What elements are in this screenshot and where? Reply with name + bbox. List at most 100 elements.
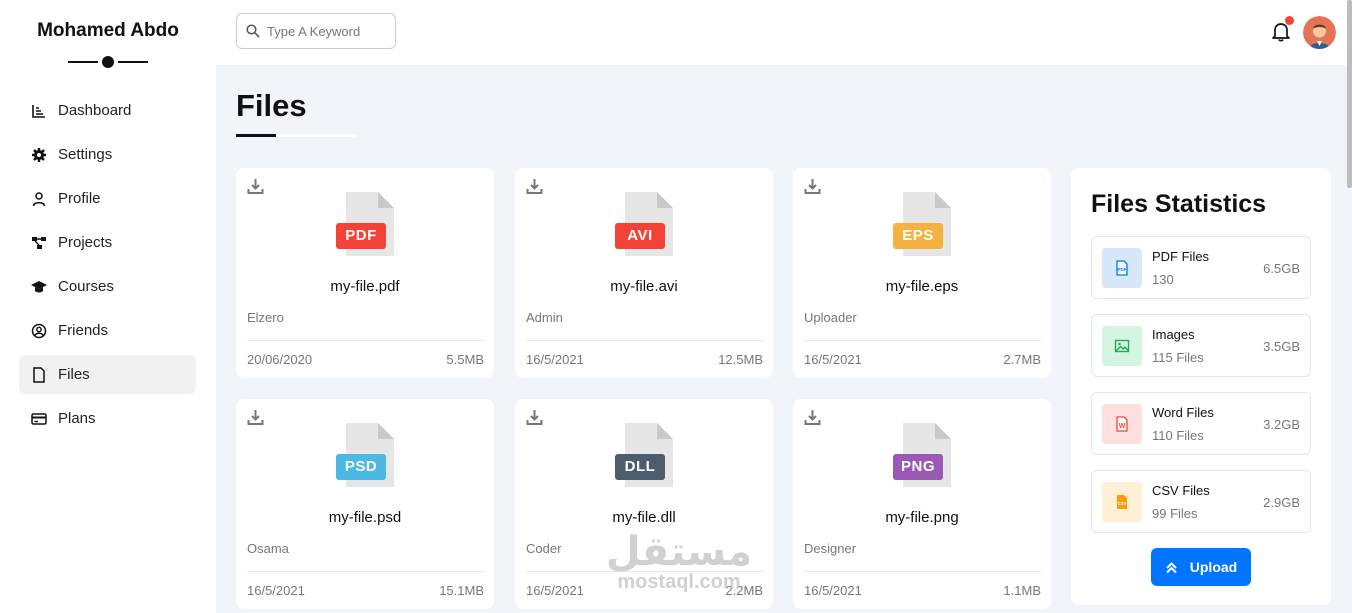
file-date: 20/06/2020 (247, 352, 313, 367)
file-size: 15.1MB (439, 583, 484, 598)
watermark-arabic: مستقل (605, 530, 753, 574)
upload-button[interactable]: Upload (1151, 548, 1251, 586)
word-file-icon: W (1102, 404, 1142, 444)
stat-item-csv: CSV CSV Files 99 Files 2.9GB (1091, 470, 1311, 533)
graduation-cap-icon (31, 280, 47, 292)
avatar[interactable] (1303, 16, 1336, 49)
sidebar-item-label: Friends (58, 322, 109, 339)
stat-name: PDF Files (1152, 249, 1210, 264)
sidebar-item-profile[interactable]: Profile (19, 179, 196, 218)
file-size: 1.1MB (1003, 583, 1041, 598)
file-uploader: Admin (526, 310, 563, 325)
sidebar-item-friends[interactable]: Friends (19, 311, 196, 350)
file-size: 5.5MB (446, 352, 484, 367)
file-icon (33, 366, 45, 383)
stat-count: 110 Files (1152, 428, 1204, 443)
csv-file-icon: CSV (1102, 482, 1142, 522)
stat-item-word: W Word Files 110 Files 3.2GB (1091, 392, 1311, 455)
brand-name: Mohamed Abdo (37, 20, 179, 41)
file-date: 16/5/2021 (247, 583, 305, 598)
file-type-badge: DLL (615, 454, 665, 480)
sidebar-item-courses[interactable]: Courses (19, 267, 196, 306)
page-title: Files (236, 88, 307, 123)
file-type-badge: AVI (615, 223, 665, 249)
sidebar-item-dashboard[interactable]: Dashboard (19, 91, 196, 130)
sidebar-item-label: Projects (58, 234, 113, 251)
title-underline-light (276, 134, 356, 137)
file-type-badge: PSD (336, 454, 386, 480)
user-icon (32, 191, 46, 206)
file-date: 16/5/2021 (526, 352, 584, 367)
stat-name: CSV Files (1152, 483, 1210, 498)
stats-title: Files Statistics (1091, 190, 1267, 218)
double-chevron-up-icon (1166, 561, 1177, 573)
file-name: my-file.dll (612, 509, 676, 526)
card-divider (804, 340, 1042, 341)
file-card[interactable]: PDF my-file.pdf Elzero 20/06/2020 5.5MB (236, 168, 494, 378)
file-type-badge: PDF (336, 223, 386, 249)
title-underline (236, 134, 276, 137)
file-size: 2.7MB (1003, 352, 1041, 367)
file-date: 16/5/2021 (804, 352, 862, 367)
search-box[interactable] (236, 13, 396, 49)
file-card[interactable]: PNG my-file.png Designer 16/5/2021 1.1MB (793, 399, 1051, 609)
sidebar-item-label: Profile (58, 190, 101, 207)
svg-text:W: W (1119, 423, 1126, 430)
file-name: my-file.png (885, 509, 959, 526)
brand-divider-left (68, 61, 98, 63)
sidebar-item-plans[interactable]: Plans (19, 399, 196, 438)
download-icon[interactable] (804, 178, 821, 195)
card-divider (526, 340, 764, 341)
svg-text:CSV: CSV (1118, 501, 1127, 506)
scrollbar-thumb[interactable] (1347, 0, 1352, 188)
watermark-latin: mostaql.com (617, 571, 741, 593)
gear-icon (32, 147, 46, 162)
file-card[interactable]: AVI my-file.avi Admin 16/5/2021 12.5MB (515, 168, 773, 378)
file-uploader: Designer (804, 541, 857, 556)
stat-item-images: Images 115 Files 3.5GB (1091, 314, 1311, 377)
download-icon[interactable] (526, 178, 543, 195)
file-name: my-file.eps (885, 278, 959, 295)
download-icon[interactable] (804, 409, 821, 426)
brand-divider-dot (102, 56, 114, 68)
sidebar-item-files[interactable]: Files (19, 355, 196, 394)
sidebar-item-projects[interactable]: Projects (19, 223, 196, 262)
download-icon[interactable] (247, 178, 264, 195)
user-circle-icon (31, 323, 47, 338)
stat-count: 115 Files (1152, 350, 1204, 365)
search-icon (246, 24, 260, 38)
diagram-icon (32, 236, 46, 249)
file-uploader: Uploader (804, 310, 857, 325)
search-input[interactable] (267, 23, 387, 39)
stat-name: Word Files (1152, 405, 1214, 420)
file-name: my-file.psd (328, 509, 402, 526)
download-icon[interactable] (247, 409, 264, 426)
file-card[interactable]: PSD my-file.psd Osama 16/5/2021 15.1MB (236, 399, 494, 609)
credit-card-icon (31, 412, 47, 425)
top-bar (216, 0, 1352, 65)
sidebar-item-settings[interactable]: Settings (19, 135, 196, 174)
file-card[interactable]: EPS my-file.eps Uploader 16/5/2021 2.7MB (793, 168, 1051, 378)
stat-size: 6.5GB (1263, 261, 1300, 276)
sidebar-item-label: Courses (58, 278, 114, 295)
stat-count: 99 Files (1152, 506, 1198, 521)
stat-size: 3.5GB (1263, 339, 1300, 354)
file-name: my-file.avi (610, 278, 678, 295)
file-date: 16/5/2021 (526, 583, 584, 598)
upload-label: Upload (1189, 559, 1238, 575)
file-uploader: Coder (526, 541, 562, 556)
file-size: 12.5MB (718, 352, 763, 367)
sidebar-item-label: Dashboard (58, 102, 132, 119)
file-uploader: Osama (247, 541, 289, 556)
sidebar-item-label: Plans (58, 410, 96, 427)
card-divider (247, 571, 485, 572)
pdf-file-icon: PDF (1102, 248, 1142, 288)
card-divider (804, 571, 1042, 572)
download-icon[interactable] (526, 409, 543, 426)
stat-size: 3.2GB (1263, 417, 1300, 432)
file-type-badge: EPS (893, 223, 943, 249)
file-date: 16/5/2021 (804, 583, 862, 598)
notification-dot (1285, 16, 1294, 25)
files-statistics-panel: Files Statistics PDF PDF Files 130 6.5GB… (1071, 168, 1331, 605)
stat-name: Images (1152, 327, 1195, 342)
